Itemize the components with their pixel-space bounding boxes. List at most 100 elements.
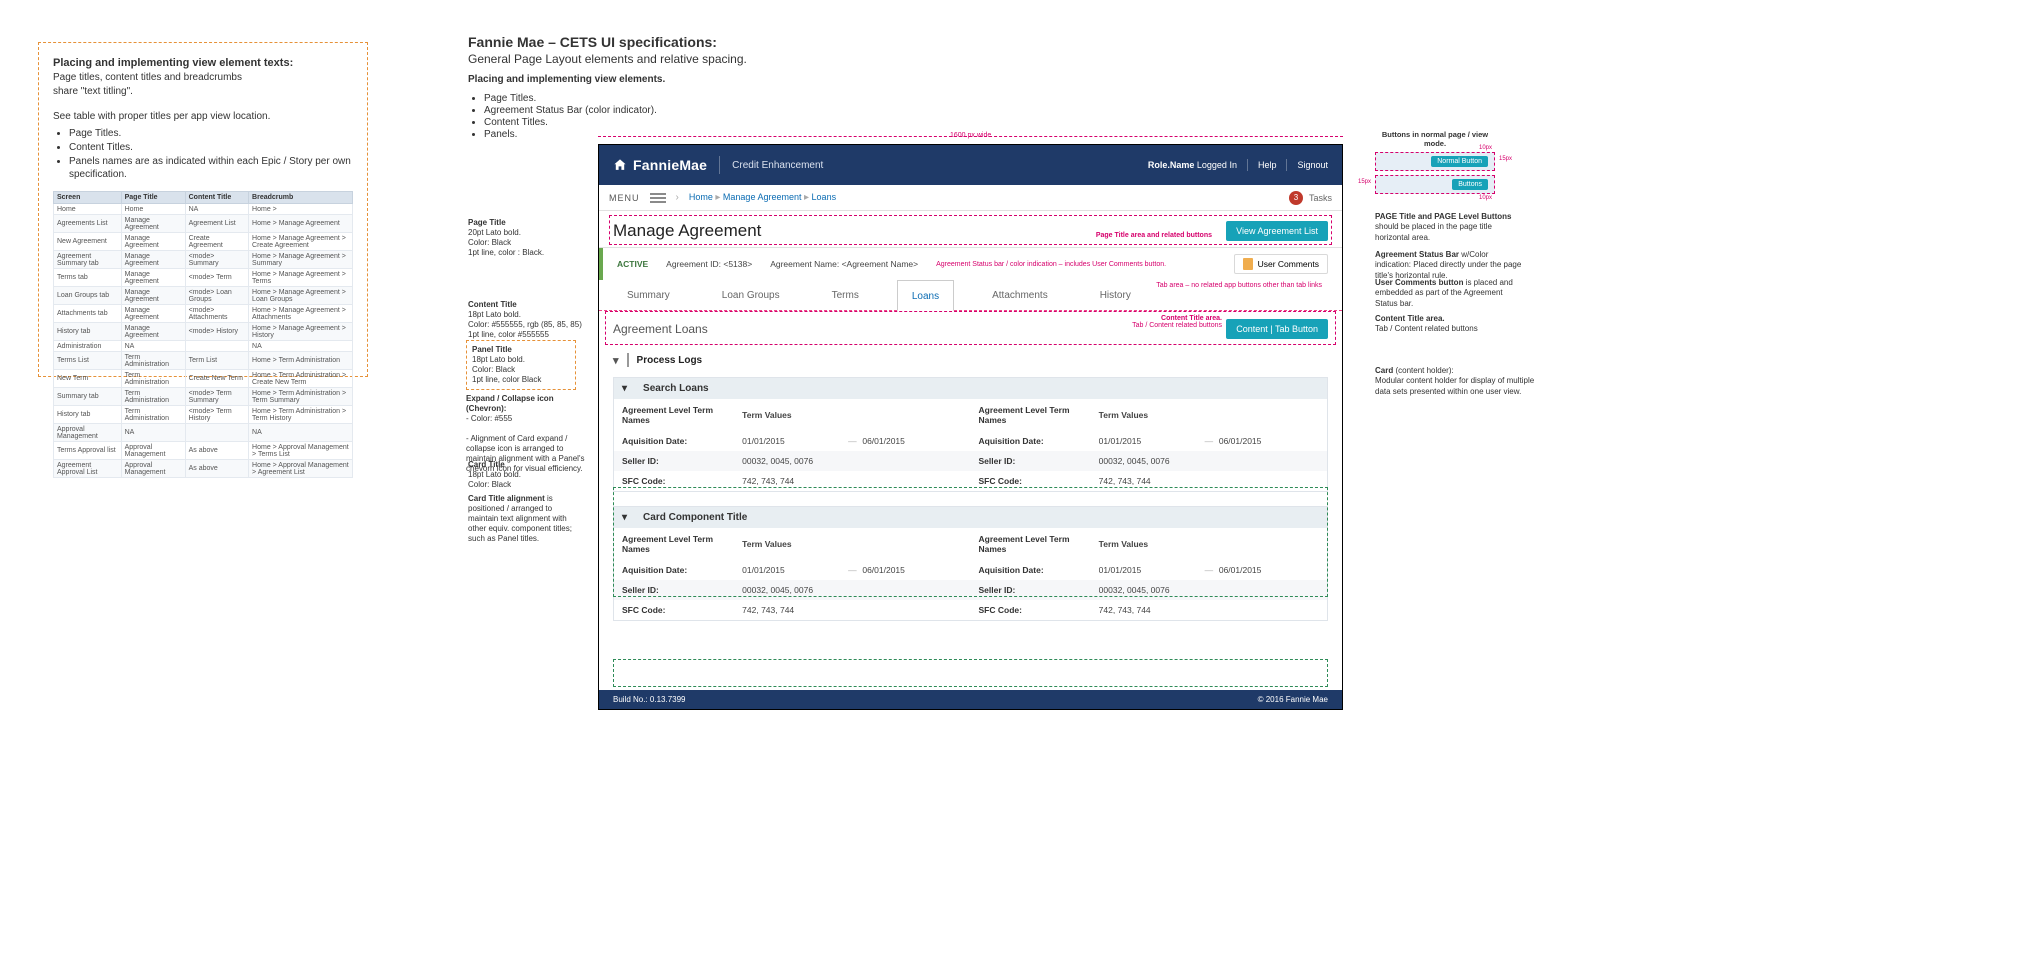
table-row: Agreements ListManage AgreementAgreement… [54,215,353,233]
left-bullet: Page Titles. [69,127,353,140]
table-row: Approval ManagementNANA [54,424,353,442]
table-row: History tabTerm Administration<mode> Ter… [54,406,353,424]
table-row: Aquisition Date:01/01/2015—06/01/2015 [971,431,1328,451]
table-row: HomeHomeNAHome > [54,204,353,215]
tab-history[interactable]: History [1086,280,1145,310]
tabs-note: Tab area – no related app buttons other … [1156,282,1322,289]
page-title-note: Page Title area and related buttons [1096,232,1212,239]
menubar: MENU › Home ▸ Manage Agreement ▸ Loans 3… [599,185,1342,211]
content-title-row: Agreement Loans Content Title area.Tab /… [599,311,1342,345]
small-button-sample: Buttons [1452,179,1488,190]
table-row: Seller ID:00032, 0045, 0076 [614,451,971,471]
rnote-status-bar: Agreement Status Bar w/Color indication:… [1375,250,1525,281]
tab-attachments[interactable]: Attachments [978,280,1062,310]
th-content-title: Content Title [185,192,248,204]
normal-button-sample: Normal Button [1431,156,1488,167]
tab-loan-groups[interactable]: Loan Groups [708,280,794,310]
content-tab-button[interactable]: Content | Tab Button [1226,319,1328,339]
button-modes-diagram: Buttons in normal page / view mode. 10px… [1375,130,1495,198]
tasks-label: Tasks [1309,193,1332,203]
view-agreement-list-button[interactable]: View Agreement List [1226,221,1328,241]
note-card-align: Card Title alignment is positioned / arr… [468,494,578,544]
panel-title: Process Logs [637,355,703,366]
table-row: Seller ID:00032, 0045, 0076 [971,451,1328,471]
app-header: FannieMae Credit Enhancement Role.Name L… [599,145,1342,185]
table-row: Aquisition Date:01/01/2015—06/01/2015 [614,560,971,580]
agreement-status-bar: ACTIVE Agreement ID: <5138> Agreement Na… [599,248,1342,280]
card-title: Search Loans [643,383,709,394]
rnote-page-buttons: PAGE Title and PAGE Level Buttons should… [1375,212,1525,243]
content-title-note: Content Title area.Tab / Content related… [1132,315,1222,329]
table-row: SFC Code:742, 743, 744 [971,471,1328,491]
hamburger-icon[interactable] [650,193,666,203]
header-right: Role.Name Logged In Help Signout [1148,159,1328,171]
table-row: Aquisition Date:01/01/2015—06/01/2015 [971,560,1328,580]
logo-name: FannieMae [633,157,707,173]
crumb-loans[interactable]: Loans [812,192,837,202]
note-content-title: Content Title 18pt Lato bold. Color: #55… [468,300,582,340]
note-panel-title: Panel Title 18pt Lato bold. Color: Black… [466,340,576,390]
note-page-title: Page Title 20pt Lato bold. Color: Black … [468,218,544,258]
breadcrumb: Home ▸ Manage Agreement ▸ Loans [689,192,836,203]
tabs-row: Summary Loan Groups Terms Loans Attachme… [599,280,1342,311]
btn-modes-label: Buttons in normal page / view mode. [1375,130,1495,148]
guide-bottom [613,659,1328,687]
card-head: ▾ Search Loans [614,378,1327,399]
btn-row-small: 15px Buttons 10px [1375,175,1495,194]
crumb-manage[interactable]: Manage Agreement [723,192,802,202]
table-row: Terms tabManage Agreement<mode> TermHome… [54,269,353,287]
tab-summary[interactable]: Summary [613,280,684,310]
table-row: Seller ID:00032, 0045, 0076 [971,580,1328,600]
elements-item: Page Titles. [484,93,747,104]
chevron-down-icon[interactable]: ▾ [622,512,627,523]
chevron-down-icon[interactable]: ▾ [622,383,627,394]
width-guide-line [598,136,1343,137]
titles-table: Screen Page Title Content Title Breadcru… [53,191,353,478]
left-sub1: Page titles, content titles and breadcru… [53,71,353,85]
rnote-user-comments: User Comments button is placed and embed… [1375,278,1525,309]
table-row: New TermTerm AdministrationCreate New Te… [54,370,353,388]
table-row: AdministrationNANA [54,341,353,352]
btn-row-normal: 10px Normal Button 15px [1375,152,1495,171]
table-row: Agreement Level Term NamesTerm Values [971,399,1328,431]
elements-item: Panels. [484,129,747,140]
table-row: Summary tabTerm Administration<mode> Ter… [54,388,353,406]
card-title: Card Component Title [643,512,747,523]
tab-loans[interactable]: Loans [897,280,954,311]
table-row: Attachments tabManage Agreement<mode> At… [54,305,353,323]
crumb-home[interactable]: Home [689,192,713,202]
status-active: ACTIVE [617,259,648,269]
table-row: Loan Groups tabManage Agreement<mode> Lo… [54,287,353,305]
elements-head: Placing and implementing view elements. [468,74,747,85]
elements-item: Content Titles. [484,117,747,128]
tasks-indicator[interactable]: 3 Tasks [1289,191,1332,205]
clipboard-icon [1243,258,1253,270]
elements-list: Page Titles. Agreement Status Bar (color… [484,93,747,140]
panel-process-logs: ▾ Process Logs [613,349,1328,371]
menu-label: MENU [609,193,640,203]
table-row: Agreement Summary tabManage Agreement<mo… [54,251,353,269]
logo: FannieMae Credit Enhancement [613,156,823,174]
table-row: Terms Approval listApproval ManagementAs… [54,442,353,460]
page-title: Manage Agreement [613,221,761,241]
chevron-right-icon: › [676,192,679,203]
help-link[interactable]: Help [1258,160,1277,170]
table-row: New AgreementManage AgreementCreate Agre… [54,233,353,251]
table-row: Seller ID:00032, 0045, 0076 [614,580,971,600]
chevron-down-icon[interactable]: ▾ [613,354,619,367]
table-row: Agreement Level Term NamesTerm Values [614,528,971,560]
status-note: Agreement Status bar / color indication … [936,261,1166,268]
user-comments-button[interactable]: User Comments [1234,254,1328,274]
table-row: History tabManage Agreement<mode> Histor… [54,323,353,341]
note-card-title: Card Title 18pt Lato bold. Color: Black [468,460,521,490]
app-footer: Build No.: 0.13.7399 © 2016 Fannie Mae [599,690,1342,709]
th-breadcrumb: Breadcrumb [249,192,353,204]
tab-terms[interactable]: Terms [818,280,873,310]
left-sub2: share "text titling". [53,85,353,99]
left-annotation-panel: Placing and implementing view element te… [38,42,368,377]
table-row: SFC Code:742, 743, 744 [614,471,971,491]
doc-title: Fannie Mae – CETS UI specifications: [468,34,747,50]
signout-link[interactable]: Signout [1297,160,1328,170]
card-search-loans: ▾ Search Loans Agreement Level Term Name… [613,377,1328,492]
left-bullet: Panels names are as indicated within eac… [69,155,353,181]
